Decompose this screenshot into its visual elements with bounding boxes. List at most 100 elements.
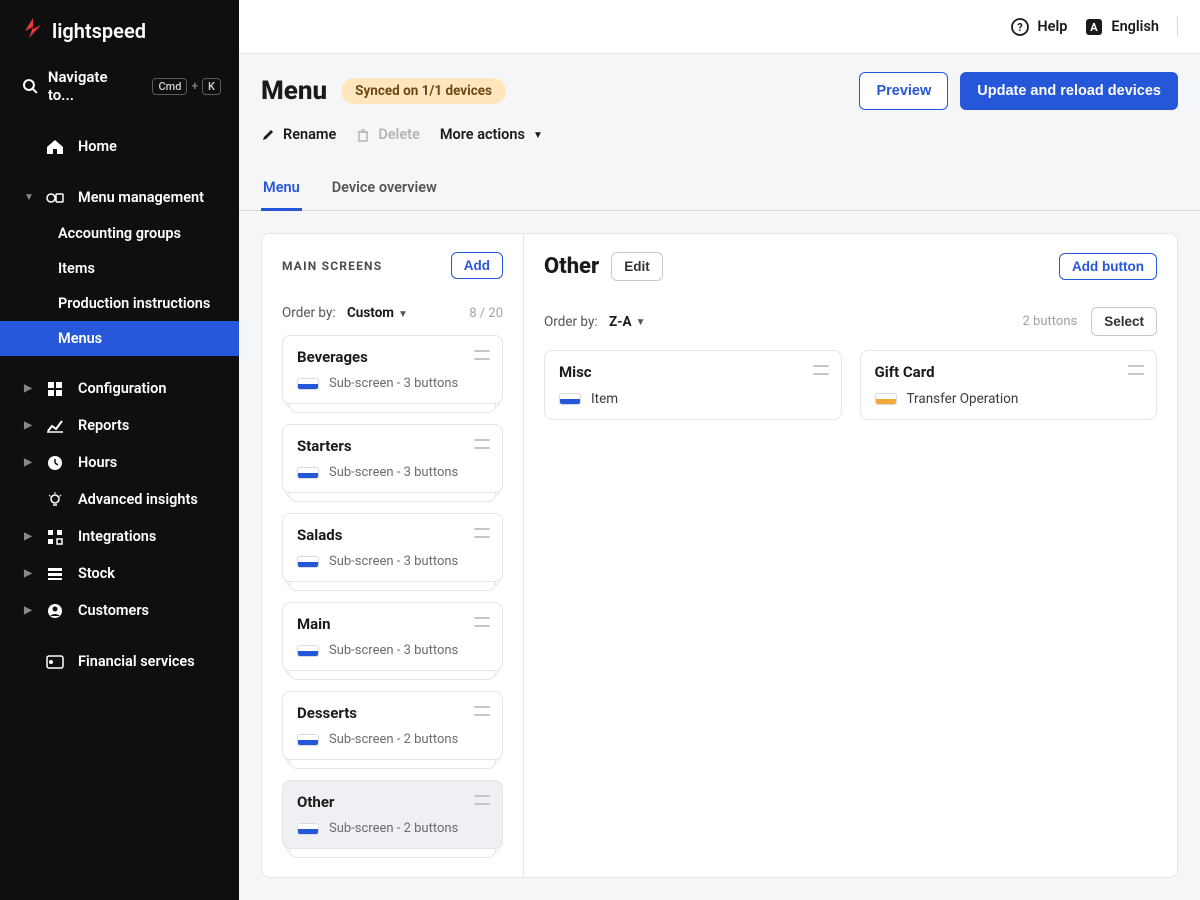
drag-handle-icon[interactable] (474, 439, 490, 449)
sidebar-item-configuration[interactable]: ▶ Configuration (0, 370, 239, 407)
lightbulb-icon (46, 492, 64, 508)
sidebar-item-stock[interactable]: ▶ Stock (0, 555, 239, 592)
sidebar-item-label: Stock (78, 565, 115, 582)
caret-down-icon: ▼ (533, 130, 543, 141)
chevron-right-icon: ▶ (24, 605, 32, 616)
sidebar-item-menus[interactable]: Menus (0, 321, 239, 356)
screen-card[interactable]: Beverages Sub-screen - 3 buttons (282, 335, 503, 404)
tab-menu[interactable]: Menu (261, 167, 302, 211)
trash-icon (356, 128, 370, 142)
content: MAIN SCREENS Add Order by: Custom ▼ 8 / … (239, 211, 1200, 900)
page-header: Menu Synced on 1/1 devices Preview Updat… (239, 54, 1200, 161)
drag-handle-icon[interactable] (813, 365, 829, 375)
sidebar-item-accounting-groups[interactable]: Accounting groups (0, 216, 239, 251)
drag-handle-icon[interactable] (474, 528, 490, 538)
svg-text:?: ? (1018, 21, 1024, 34)
color-chip (297, 823, 319, 835)
chart-icon (46, 419, 64, 433)
drag-handle-icon[interactable] (474, 350, 490, 360)
screen-card-subtitle: Sub-screen - 3 buttons (297, 465, 488, 480)
delete-action: Delete (356, 126, 420, 143)
more-actions-dropdown[interactable]: More actions ▼ (440, 126, 543, 143)
sidebar-item-menu-management[interactable]: ▼ Menu management (0, 179, 239, 216)
add-screen-button[interactable]: Add (451, 252, 503, 279)
search-icon (22, 78, 38, 94)
chevron-right-icon: ▶ (24, 568, 32, 579)
nav-search[interactable]: Navigate to... Cmd + K (0, 58, 239, 118)
screen-card-subtitle: Sub-screen - 3 buttons (297, 643, 488, 658)
page-title: Menu (261, 76, 327, 106)
grid-icon (46, 381, 64, 397)
action-row: Rename Delete More actions ▼ (261, 110, 1178, 161)
tab-device-overview[interactable]: Device overview (330, 167, 439, 211)
clock-icon (46, 455, 64, 471)
nav-search-label: Navigate to... (48, 68, 137, 104)
preview-button[interactable]: Preview (859, 72, 948, 110)
screen-detail-column: Other Edit Add button Order by: Z-A ▼ 2 … (524, 234, 1177, 877)
add-button-button[interactable]: Add button (1059, 253, 1157, 280)
drag-handle-icon[interactable] (474, 706, 490, 716)
user-icon (46, 603, 64, 619)
rename-action[interactable]: Rename (261, 126, 336, 143)
button-card-subtitle: Transfer Operation (875, 391, 1143, 407)
help-link[interactable]: ? Help (1011, 18, 1067, 36)
nav-search-shortcut: Cmd + K (152, 78, 221, 95)
update-devices-button[interactable]: Update and reload devices (960, 72, 1178, 110)
screen-card-subtitle: Sub-screen - 2 buttons (297, 732, 488, 747)
color-chip (297, 556, 319, 568)
drag-handle-icon[interactable] (474, 617, 490, 627)
sidebar-item-label: Customers (78, 602, 149, 619)
screen-card-title: Desserts (297, 704, 488, 722)
menu-icon (46, 190, 64, 206)
button-card-title: Misc (559, 363, 827, 381)
button-card[interactable]: Misc Item (544, 350, 842, 420)
chevron-right-icon: ▶ (24, 531, 32, 542)
screen-card[interactable]: Main Sub-screen - 3 buttons (282, 602, 503, 671)
sidebar-item-items[interactable]: Items (0, 251, 239, 286)
apps-icon (46, 529, 64, 545)
screen-card[interactable]: Desserts Sub-screen - 2 buttons (282, 691, 503, 760)
sidebar-item-home[interactable]: Home (0, 128, 239, 165)
button-card-title: Gift Card (875, 363, 1143, 381)
button-card[interactable]: Gift Card Transfer Operation (860, 350, 1158, 420)
tabs: Menu Device overview (239, 167, 1200, 211)
chevron-right-icon: ▶ (24, 457, 32, 468)
sidebar-item-label: Integrations (78, 528, 156, 545)
screen-card-subtitle: Sub-screen - 3 buttons (297, 554, 488, 569)
screens-list: Beverages Sub-screen - 3 buttons Starter… (262, 331, 523, 877)
order-by-dropdown[interactable]: Order by: Z-A ▼ (544, 314, 645, 330)
screen-card-subtitle: Sub-screen - 3 buttons (297, 376, 488, 391)
main-screens-column: MAIN SCREENS Add Order by: Custom ▼ 8 / … (262, 234, 524, 877)
brand-logo[interactable]: lightspeed (0, 0, 239, 58)
detail-heading: Other (544, 254, 599, 279)
button-card-subtitle: Item (559, 391, 827, 407)
drag-handle-icon[interactable] (1128, 365, 1144, 375)
sidebar-item-customers[interactable]: ▶ Customers (0, 592, 239, 629)
screen-card[interactable]: Salads Sub-screen - 3 buttons (282, 513, 503, 582)
screen-card[interactable]: Other Sub-screen - 2 buttons (282, 780, 503, 849)
screen-card-title: Salads (297, 526, 488, 544)
sidebar-item-production-instructions[interactable]: Production instructions (0, 286, 239, 321)
drag-handle-icon[interactable] (474, 795, 490, 805)
order-by-dropdown[interactable]: Order by: Custom ▼ (282, 305, 408, 321)
language-switcher[interactable]: A English (1085, 18, 1159, 36)
color-chip (297, 378, 319, 390)
sidebar-item-label: Hours (78, 454, 117, 471)
sidebar-item-reports[interactable]: ▶ Reports (0, 407, 239, 444)
buttons-grid: Misc Item Gift Card Transfer Operation (544, 350, 1157, 420)
sidebar-item-integrations[interactable]: ▶ Integrations (0, 518, 239, 555)
main-screens-heading: MAIN SCREENS (282, 259, 382, 273)
chevron-right-icon: ▶ (24, 383, 32, 394)
nav-list: Home ▼ Menu management Accounting groups… (0, 118, 239, 680)
screen-card[interactable]: Starters Sub-screen - 3 buttons (282, 424, 503, 493)
stack-icon (46, 567, 64, 581)
sidebar-sublist-menu: Accounting groups Items Production instr… (0, 216, 239, 356)
buttons-count: 2 buttons (1023, 314, 1078, 329)
help-icon: ? (1011, 18, 1029, 36)
sidebar-item-advanced-insights[interactable]: Advanced insights (0, 481, 239, 518)
sidebar-item-financial-services[interactable]: Financial services (0, 643, 239, 680)
caret-down-icon: ▼ (636, 317, 646, 328)
sidebar-item-hours[interactable]: ▶ Hours (0, 444, 239, 481)
select-button[interactable]: Select (1091, 307, 1157, 336)
edit-button[interactable]: Edit (611, 252, 663, 281)
